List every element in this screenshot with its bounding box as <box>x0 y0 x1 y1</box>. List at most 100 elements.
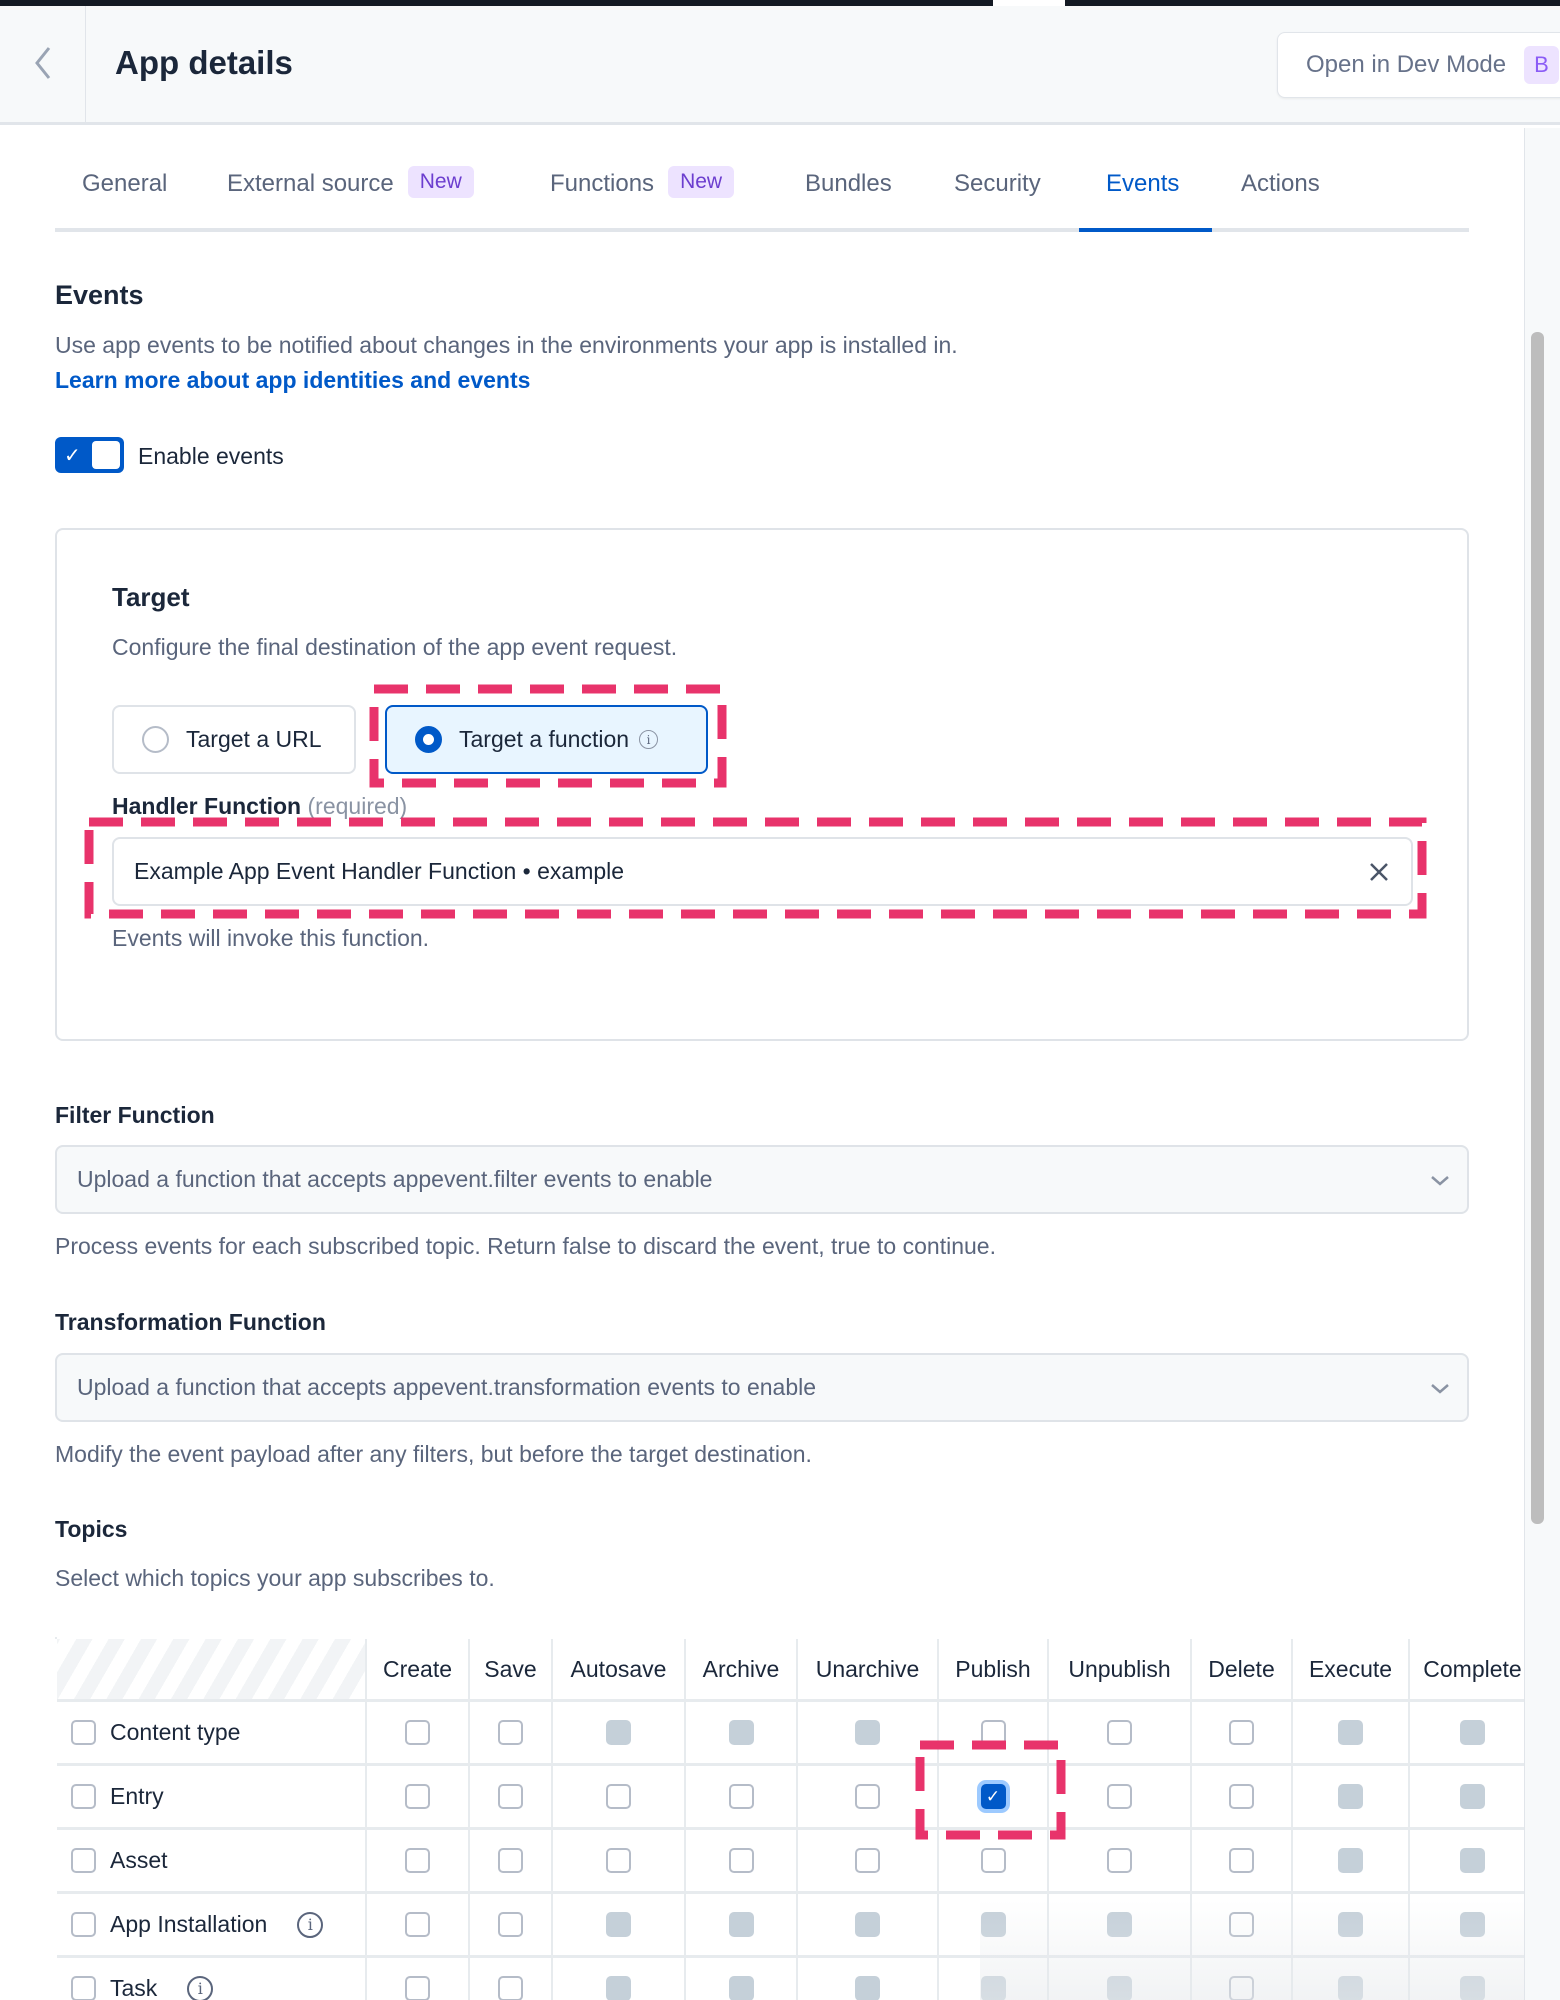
scrollbar-thumb[interactable] <box>1531 332 1544 1524</box>
filter-function-select[interactable]: Upload a function that accepts appevent.… <box>55 1145 1469 1214</box>
enable-events-toggle[interactable]: ✓ <box>55 437 124 473</box>
beta-badge: B <box>1524 46 1559 84</box>
tab-functions[interactable]: Functions New <box>550 166 735 228</box>
checkbox[interactable] <box>855 1848 880 1873</box>
tab-security[interactable]: Security <box>954 170 1041 228</box>
enable-events-label: Enable events <box>138 443 284 469</box>
column-header-unpublish: Unpublish <box>1049 1639 1192 1702</box>
info-icon[interactable]: i <box>639 730 659 749</box>
table-cell <box>939 1702 1049 1766</box>
divider <box>85 6 86 125</box>
checkbox[interactable] <box>1107 1784 1132 1809</box>
checkbox[interactable] <box>498 1720 523 1745</box>
checkbox[interactable] <box>1107 1720 1132 1745</box>
checkbox[interactable] <box>405 1912 430 1937</box>
new-badge: New <box>668 166 735 198</box>
row-label-cell[interactable]: Task i <box>57 1958 367 2000</box>
checkbox[interactable] <box>606 1784 631 1809</box>
input-value: Example App Event Handler Function • exa… <box>134 858 625 884</box>
table-cell <box>1410 1830 1524 1894</box>
checkbox[interactable] <box>1229 1784 1254 1809</box>
checkbox-disabled <box>1460 1848 1485 1873</box>
row-select-checkbox[interactable] <box>71 1976 96 2000</box>
checkbox[interactable] <box>728 1784 754 1809</box>
checkbox[interactable] <box>728 1848 754 1873</box>
events-heading: Events <box>55 280 144 310</box>
checkbox[interactable] <box>1229 1912 1254 1937</box>
checkbox[interactable] <box>980 1848 1006 1873</box>
select-placeholder: Upload a function that accepts appevent.… <box>77 1166 713 1192</box>
table-cell <box>1049 1894 1192 1958</box>
checkbox-disabled <box>1460 1720 1485 1745</box>
checkbox[interactable] <box>405 1784 430 1809</box>
info-icon[interactable]: i <box>187 1975 214 2000</box>
open-dev-mode-button[interactable]: Open in Dev Mode B <box>1277 32 1560 98</box>
checkbox[interactable] <box>405 1976 430 2000</box>
table-cell: ✓ <box>939 1766 1049 1830</box>
learn-more-link[interactable]: Learn more about app identities and even… <box>55 367 530 394</box>
info-icon[interactable]: i <box>297 1911 324 1938</box>
target-url-option[interactable]: Target a URL <box>112 705 356 774</box>
table-cell <box>553 1958 686 2000</box>
table-cell <box>470 1958 553 2000</box>
checkbox[interactable] <box>855 1784 880 1809</box>
row-select-checkbox[interactable] <box>71 1720 96 1745</box>
tab-events[interactable]: Events <box>1106 170 1179 228</box>
checkbox[interactable] <box>405 1848 430 1873</box>
table-cell <box>1049 1766 1192 1830</box>
checkbox[interactable] <box>1229 1720 1254 1745</box>
radio-unselected[interactable] <box>142 726 169 753</box>
table-cell <box>1293 1958 1410 2000</box>
checkbox-disabled <box>1460 1784 1485 1809</box>
tab-label: Security <box>954 170 1041 197</box>
tab-actions[interactable]: Actions <box>1241 170 1320 228</box>
back-button[interactable] <box>26 38 60 88</box>
tab-external-source[interactable]: External source New <box>227 166 474 228</box>
target-function-option[interactable]: Target a function i <box>385 705 708 774</box>
row-label-cell[interactable]: Content type <box>57 1702 367 1766</box>
transformation-function-select[interactable]: Upload a function that accepts appevent.… <box>55 1353 1469 1422</box>
checkbox[interactable] <box>1107 1848 1132 1873</box>
table-cell <box>1049 1830 1192 1894</box>
checkbox[interactable] <box>498 1912 523 1937</box>
checkbox-disabled <box>1107 1976 1132 2000</box>
checkbox-disabled <box>1338 1784 1363 1809</box>
tab-label: Bundles <box>805 170 892 197</box>
table-cell <box>1049 1958 1192 2000</box>
checkbox-disabled <box>1338 1976 1363 2000</box>
tab-bundles[interactable]: Bundles <box>805 170 892 228</box>
checkbox[interactable] <box>980 1720 1006 1745</box>
row-select-checkbox[interactable] <box>71 1848 96 1873</box>
checkbox[interactable] <box>405 1720 430 1745</box>
checkbox[interactable] <box>1229 1976 1254 2000</box>
checkbox[interactable] <box>606 1848 631 1873</box>
tab-general[interactable]: General <box>82 170 167 228</box>
row-label-cell[interactable]: App Installation i <box>57 1894 367 1958</box>
table-cell <box>939 1830 1049 1894</box>
table-cell <box>798 1894 939 1958</box>
table-cell <box>367 1958 470 2000</box>
table-cell <box>1192 1766 1293 1830</box>
row-label-cell[interactable]: Asset <box>57 1830 367 1894</box>
clear-icon[interactable] <box>1369 862 1389 882</box>
checkbox[interactable] <box>498 1976 523 2000</box>
row-select-checkbox[interactable] <box>71 1784 96 1809</box>
checkbox-checked[interactable]: ✓ <box>980 1784 1006 1809</box>
table-cell <box>1410 1894 1524 1958</box>
required-text: (required) <box>307 793 408 819</box>
table-cell <box>1410 1958 1524 2000</box>
table-cell <box>367 1702 470 1766</box>
column-header-unarchive: Unarchive <box>798 1639 939 1702</box>
checkbox-disabled <box>1338 1720 1363 1745</box>
radio-selected[interactable] <box>415 726 442 753</box>
target-heading: Target <box>112 582 190 612</box>
table-cell <box>798 1830 939 1894</box>
checkbox[interactable] <box>498 1784 523 1809</box>
checkbox[interactable] <box>1229 1848 1254 1873</box>
checkbox[interactable] <box>498 1848 523 1873</box>
checkbox-disabled <box>606 1720 631 1745</box>
row-label-cell[interactable]: Entry <box>57 1766 367 1830</box>
handler-function-input[interactable]: Example App Event Handler Function • exa… <box>112 837 1413 906</box>
checkbox-disabled <box>980 1976 1006 2000</box>
row-select-checkbox[interactable] <box>71 1912 96 1937</box>
